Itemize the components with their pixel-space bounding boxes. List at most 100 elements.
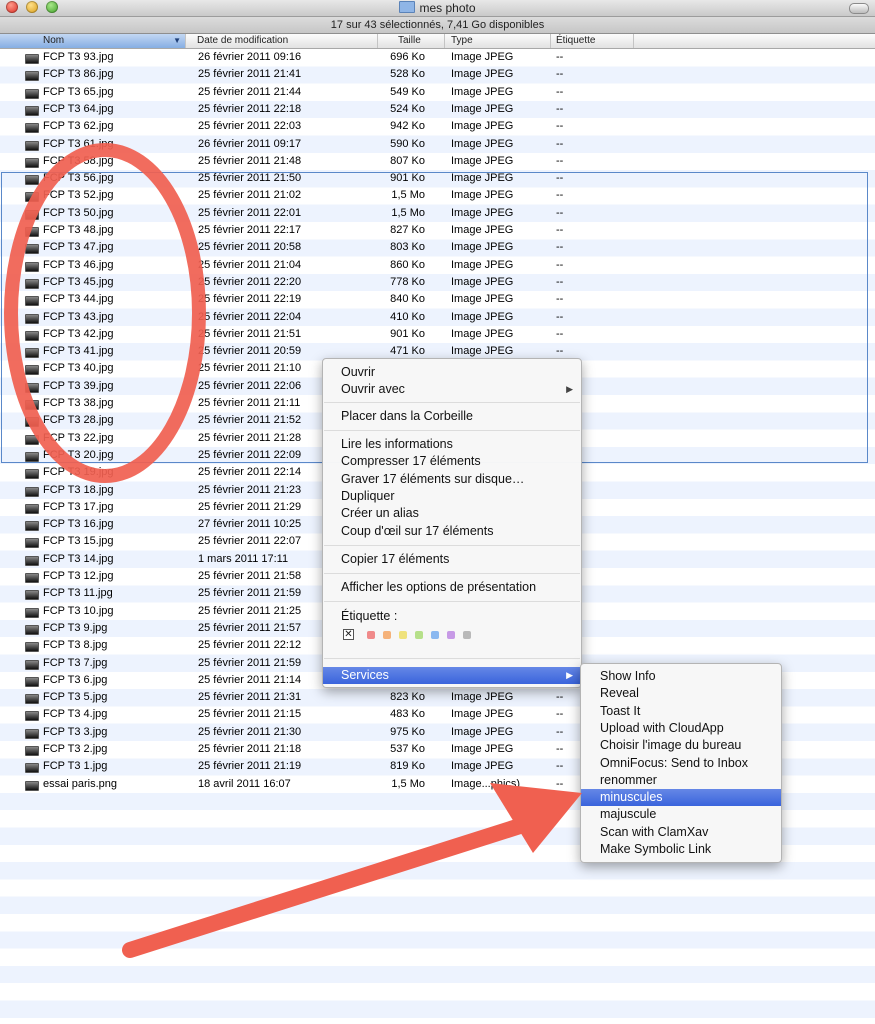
submenu-arrow-icon: ▶ [566, 670, 573, 680]
menu-item-services[interactable]: Services ▶ [323, 667, 581, 684]
file-date: 25 février 2011 21:18 [198, 743, 302, 755]
file-name: FCP T3 38.jpg [43, 397, 114, 409]
services-item[interactable]: majuscule [581, 806, 781, 823]
column-name-label: Nom [43, 35, 65, 46]
label-purple-swatch[interactable] [447, 631, 455, 639]
table-row[interactable]: FCP T3 64.jpg 25 février 2011 22:18 524 Ko… [0, 101, 875, 118]
table-row[interactable]: FCP T3 58.jpg 25 février 2011 21:48 807 Ko… [0, 153, 875, 170]
label-blue-swatch[interactable] [431, 631, 439, 639]
folder-icon [399, 1, 416, 13]
file-type: Image JPEG [451, 293, 514, 306]
file-date: 25 février 2011 21:30 [198, 725, 302, 738]
table-row[interactable]: FCP T3 46.jpg 25 février 2011 21:04 860 Ko… [0, 257, 875, 274]
file-size: 537 Ko [390, 743, 425, 755]
menu-item-open-with-label: Ouvrir avec [341, 382, 405, 396]
file-name: FCP T3 6.jpg [43, 673, 108, 686]
menu-item-quick-look[interactable]: Coup d'œil sur 17 éléments [323, 523, 581, 540]
table-row[interactable]: FCP T3 42.jpg 25 février 2011 21:51 901 Ko… [0, 326, 875, 343]
menu-item-get-info[interactable]: Lire les informations [323, 436, 581, 453]
label-orange-swatch[interactable] [383, 631, 391, 639]
file-name: FCP T3 47.jpg [43, 241, 114, 254]
sort-descending-icon: ▼ [173, 36, 181, 45]
table-row[interactable]: FCP T3 56.jpg 25 février 2011 21:50 901 Ko… [0, 170, 875, 187]
services-item[interactable]: Choisir l'image du bureau [581, 737, 781, 754]
menu-item-open-with[interactable]: Ouvrir avec ▶ [323, 381, 581, 398]
file-date: 25 février 2011 21:41 [198, 68, 302, 81]
menu-label-title: Étiquette : [341, 609, 398, 623]
table-row[interactable]: FCP T3 86.jpg 25 février 2011 21:41 528 Ko… [0, 66, 875, 83]
label-gray-swatch[interactable] [463, 631, 471, 639]
file-label: -- [556, 51, 564, 63]
jpeg-file-icon [25, 54, 39, 64]
menu-item-open[interactable]: Ouvrir [323, 364, 581, 381]
file-date: 18 avril 2011 16:07 [198, 777, 291, 790]
file-size: 827 Ko [390, 224, 425, 236]
table-row[interactable]: FCP T3 52.jpg 25 février 2011 21:02 1,5 Mo… [0, 187, 875, 204]
file-name: FCP T3 62.jpg [43, 120, 114, 133]
table-row[interactable]: FCP T3 43.jpg 25 février 2011 22:04 410 Ko… [0, 309, 875, 326]
label-none-button[interactable]: ✕ [343, 629, 354, 640]
table-row[interactable]: FCP T3 62.jpg 25 février 2011 22:03 942 Ko… [0, 118, 875, 135]
menu-item-make-alias[interactable]: Créer un alias [323, 505, 581, 522]
file-label: -- [556, 293, 564, 306]
file-size: 483 Ko [390, 708, 425, 721]
jpeg-file-icon [25, 746, 39, 756]
menu-item-copy[interactable]: Copier 17 éléments [323, 551, 581, 568]
table-row[interactable]: FCP T3 50.jpg 25 février 2011 22:01 1,5 Mo… [0, 205, 875, 222]
column-date[interactable]: Date de modification [193, 34, 378, 48]
file-date: 25 février 2011 21:44 [198, 85, 302, 98]
table-row[interactable]: FCP T3 48.jpg 25 février 2011 22:17 827 Ko… [0, 222, 875, 239]
file-type: Image JPEG [451, 743, 514, 755]
column-name[interactable]: Nom ▼ [0, 34, 186, 48]
submenu-arrow-icon: ▶ [566, 384, 573, 394]
table-row[interactable]: FCP T3 61.jpg 26 février 2011 09:17 590 Ko… [0, 136, 875, 153]
file-name: FCP T3 50.jpg [43, 206, 114, 219]
file-label: -- [556, 224, 564, 236]
menu-item-trash[interactable]: Placer dans la Corbeille [323, 408, 581, 425]
file-date: 25 février 2011 21:31 [198, 691, 302, 704]
toolbar-toggle-button[interactable] [849, 3, 869, 14]
services-item[interactable]: Show Info [581, 668, 781, 685]
file-type: Image JPEG [451, 224, 514, 236]
file-size: 549 Ko [390, 85, 425, 98]
file-size: 975 Ko [390, 725, 425, 738]
menu-separator [324, 658, 580, 659]
jpeg-file-icon [25, 261, 39, 272]
menu-item-duplicate[interactable]: Dupliquer [323, 488, 581, 505]
jpeg-file-icon [25, 400, 39, 410]
jpeg-file-icon [25, 676, 39, 687]
label-red-swatch[interactable] [367, 631, 375, 639]
services-item[interactable]: Upload with CloudApp [581, 720, 781, 737]
column-type[interactable]: Type [445, 34, 551, 48]
file-name: FCP T3 11.jpg [43, 587, 113, 600]
file-type: Image JPEG [451, 275, 514, 288]
file-label: -- [556, 241, 564, 254]
file-label: -- [556, 85, 564, 98]
table-row[interactable]: FCP T3 44.jpg 25 février 2011 22:19 840 Ko… [0, 291, 875, 308]
table-row[interactable]: FCP T3 65.jpg 25 février 2011 21:44 549 Ko… [0, 84, 875, 101]
services-item[interactable]: Make Symbolic Link [581, 841, 781, 858]
file-date: 25 février 2011 22:01 [198, 206, 302, 219]
file-date: 25 février 2011 20:58 [198, 241, 302, 254]
file-date: 25 février 2011 22:19 [198, 293, 302, 306]
services-item[interactable]: Scan with ClamXav [581, 824, 781, 841]
menu-item-view-options[interactable]: Afficher les options de présentation [323, 579, 581, 596]
services-item[interactable]: Toast It [581, 703, 781, 720]
menu-item-burn[interactable]: Graver 17 éléments sur disque… [323, 471, 581, 488]
jpeg-file-icon [25, 244, 39, 255]
file-name: FCP T3 15.jpg [43, 535, 114, 548]
services-item[interactable]: renommer [581, 772, 781, 789]
label-yellow-swatch[interactable] [399, 631, 407, 639]
table-row[interactable]: FCP T3 45.jpg 25 février 2011 22:20 778 Ko… [0, 274, 875, 291]
menu-item-compress[interactable]: Compresser 17 éléments [323, 453, 581, 470]
column-size[interactable]: Taille [378, 34, 445, 48]
services-item[interactable]: OmniFocus: Send to Inbox [581, 755, 781, 772]
table-row[interactable]: FCP T3 47.jpg 25 février 2011 20:58 803 Ko… [0, 239, 875, 256]
services-item[interactable]: minuscules [581, 789, 781, 807]
table-row[interactable]: FCP T3 93.jpg 26 février 2011 09:16 696 Ko… [0, 49, 875, 66]
jpeg-file-icon [25, 780, 39, 791]
window-title-text: mes photo [419, 1, 476, 15]
label-green-swatch[interactable] [415, 631, 423, 639]
services-item[interactable]: Reveal [581, 685, 781, 702]
column-label[interactable]: Étiquette [551, 34, 634, 48]
